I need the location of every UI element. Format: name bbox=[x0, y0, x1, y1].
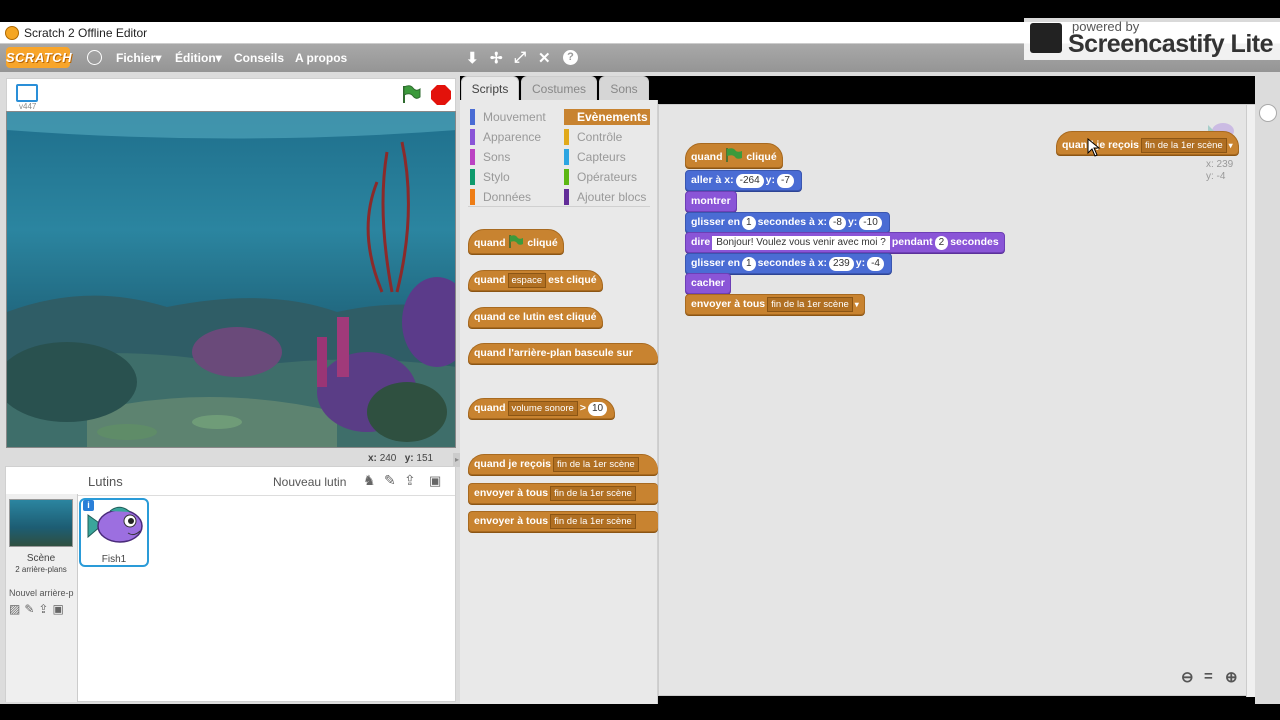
script-when-flag-clicked[interactable]: quand cliqué bbox=[685, 143, 783, 168]
script-say-for-secs[interactable]: dire Bonjour! Voulez vous venir avec moi … bbox=[685, 232, 1005, 253]
stage-header: v447 bbox=[6, 78, 456, 111]
scene-column: Scène 2 arrière-plans Nouvel arrière-p ▨… bbox=[6, 494, 78, 702]
say-text-input[interactable]: Bonjour! Voulez vous venir avec moi ? bbox=[712, 236, 890, 250]
menu-edition[interactable]: Édition▾ bbox=[175, 51, 222, 65]
green-flag-icon bbox=[509, 235, 524, 248]
category-ajouter-blocs[interactable]: Ajouter blocs bbox=[564, 189, 650, 205]
category-apparence[interactable]: Apparence bbox=[470, 129, 558, 145]
shrink-icon[interactable]: ✕ bbox=[538, 49, 551, 67]
x-input[interactable]: -8 bbox=[829, 216, 846, 230]
info-icon[interactable]: i bbox=[83, 500, 94, 511]
version-label: v447 bbox=[19, 102, 37, 111]
palette-broadcast-and-wait[interactable]: envoyer à tous fin de la 1er scène bbox=[468, 511, 658, 532]
x-input[interactable]: 239 bbox=[829, 257, 854, 271]
script-broadcast[interactable]: envoyer à tous fin de la 1er scène ▾ bbox=[685, 294, 865, 315]
category-mouvement[interactable]: Mouvement bbox=[470, 109, 558, 125]
zoom-in-icon[interactable]: ⊕ bbox=[1225, 668, 1238, 686]
right-edge-strip bbox=[1255, 72, 1280, 704]
category-sons[interactable]: Sons bbox=[470, 149, 558, 165]
underwater-backdrop bbox=[7, 112, 455, 447]
category-controle[interactable]: Contrôle bbox=[564, 129, 650, 145]
scratch-logo[interactable]: SCRATCH bbox=[6, 47, 72, 68]
threshold-input[interactable]: 10 bbox=[587, 402, 608, 416]
paint-brush-icon[interactable]: ✎ bbox=[384, 472, 396, 489]
script-goto-xy[interactable]: aller à x: -264 y: -7 bbox=[685, 170, 802, 191]
category-capteurs[interactable]: Capteurs bbox=[564, 149, 650, 165]
y-input[interactable]: -7 bbox=[776, 174, 794, 188]
sprite-library-icon[interactable]: ♞ bbox=[363, 472, 376, 489]
help-icon[interactable]: ? bbox=[563, 50, 578, 65]
script-when-i-receive[interactable]: quand je reçois fin de la 1er scène ▾ bbox=[1056, 131, 1239, 155]
key-dropdown[interactable]: espace bbox=[507, 273, 547, 288]
sprite-fish1-thumb[interactable]: i Fish1 bbox=[79, 498, 149, 567]
secs-input[interactable]: 1 bbox=[742, 257, 756, 271]
category-evenements[interactable]: Evènements bbox=[564, 109, 650, 125]
script-glide-2[interactable]: glisser en 1 secondes à x: 239 y: -4 bbox=[685, 253, 892, 274]
message-dropdown[interactable]: fin de la 1er scène bbox=[767, 297, 853, 312]
message-dropdown[interactable]: fin de la 1er scène bbox=[550, 514, 636, 529]
screencastify-watermark: powered by Screencastify Lite bbox=[1024, 18, 1280, 60]
green-flag-icon[interactable] bbox=[401, 84, 421, 104]
palette-when-key-pressed[interactable]: quand espace est cliqué bbox=[468, 270, 603, 291]
duplicate-stamp-icon[interactable]: ⬇ bbox=[466, 49, 479, 67]
menu-apropos[interactable]: A propos bbox=[295, 51, 347, 65]
extension-icon[interactable] bbox=[1259, 104, 1277, 122]
script-glide-1[interactable]: glisser en 1 secondes à x: -8 y: -10 bbox=[685, 212, 890, 233]
stage[interactable] bbox=[6, 111, 456, 448]
backdrop-tools-icons[interactable]: ▨✎⇪▣ bbox=[9, 602, 68, 616]
tab-scripts[interactable]: Scripts bbox=[461, 76, 519, 101]
watermark-name: Screencastify Lite bbox=[1068, 30, 1274, 58]
language-globe-icon[interactable] bbox=[87, 50, 102, 65]
sprite-x: x: 239 bbox=[1206, 159, 1234, 170]
upload-icon[interactable]: ⇪ bbox=[404, 472, 416, 489]
new-backdrop-label: Nouvel arrière-p bbox=[9, 588, 74, 598]
category-operateurs[interactable]: Opérateurs bbox=[564, 169, 650, 185]
grow-icon[interactable]: ⤢ bbox=[514, 49, 526, 66]
palette-when-i-receive[interactable]: quand je reçois fin de la 1er scène bbox=[468, 454, 658, 475]
zoom-out-icon[interactable]: ⊖ bbox=[1181, 668, 1194, 686]
mouse-cursor-icon bbox=[1087, 138, 1101, 157]
fullscreen-icon[interactable] bbox=[16, 84, 38, 102]
stop-icon[interactable] bbox=[430, 84, 452, 106]
palette-broadcast[interactable]: envoyer à tous fin de la 1er scène bbox=[468, 483, 658, 504]
x-input[interactable]: -264 bbox=[735, 174, 764, 188]
palette-when-sprite-clicked[interactable]: quand ce lutin est cliqué bbox=[468, 307, 603, 328]
palette-when-backdrop-switches[interactable]: quand l'arrière-plan bascule sur bbox=[468, 343, 658, 364]
window-title: Scratch 2 Offline Editor bbox=[24, 26, 148, 40]
film-icon bbox=[1030, 23, 1062, 53]
green-flag-icon bbox=[726, 148, 743, 162]
secs-input[interactable]: 2 bbox=[934, 236, 949, 250]
tab-sons[interactable]: Sons bbox=[599, 76, 649, 101]
sensor-dropdown[interactable]: volume sonore bbox=[507, 401, 578, 416]
scene-backdrop-count: 2 arrière-plans bbox=[15, 565, 67, 574]
cut-icon[interactable]: ✢ bbox=[490, 49, 503, 67]
palette-when-loudness[interactable]: quand volume sonore >10 bbox=[468, 398, 616, 419]
scene-label: Scène bbox=[26, 553, 56, 564]
category-stylo[interactable]: Stylo bbox=[470, 169, 558, 185]
tab-costumes[interactable]: Costumes bbox=[521, 76, 597, 101]
palette-when-flag-clicked[interactable]: quand cliqué bbox=[468, 229, 564, 254]
message-dropdown[interactable]: fin de la 1er scène bbox=[1141, 138, 1227, 153]
sprite-y: y: -4 bbox=[1206, 171, 1226, 182]
script-area[interactable]: x: 239 y: -4 bbox=[658, 104, 1256, 697]
script-show[interactable]: montrer bbox=[685, 191, 737, 212]
zoom-reset-icon[interactable]: = bbox=[1204, 668, 1213, 685]
scene-thumbnail[interactable] bbox=[9, 499, 73, 547]
message-dropdown[interactable]: fin de la 1er scène bbox=[550, 486, 636, 501]
mouse-coords: x: 240 y: 151 bbox=[368, 453, 434, 464]
secs-input[interactable]: 1 bbox=[742, 216, 756, 230]
script-hide[interactable]: cacher bbox=[685, 273, 731, 294]
sprites-title: Lutins bbox=[88, 474, 123, 489]
message-dropdown[interactable]: fin de la 1er scène bbox=[553, 457, 639, 472]
menu-conseils[interactable]: Conseils bbox=[234, 51, 284, 65]
sprite-name: Fish1 bbox=[101, 554, 127, 565]
y-input[interactable]: -4 bbox=[867, 257, 884, 271]
scratch-cat-icon bbox=[5, 26, 19, 40]
y-input[interactable]: -10 bbox=[859, 216, 882, 230]
category-donnees[interactable]: Données bbox=[470, 189, 558, 205]
menu-fichier[interactable]: Fichier▾ bbox=[116, 51, 161, 65]
new-sprite-label: Nouveau lutin bbox=[273, 475, 347, 489]
fish-sprite-icon bbox=[87, 506, 143, 543]
camera-icon[interactable]: ▣ bbox=[429, 473, 441, 489]
